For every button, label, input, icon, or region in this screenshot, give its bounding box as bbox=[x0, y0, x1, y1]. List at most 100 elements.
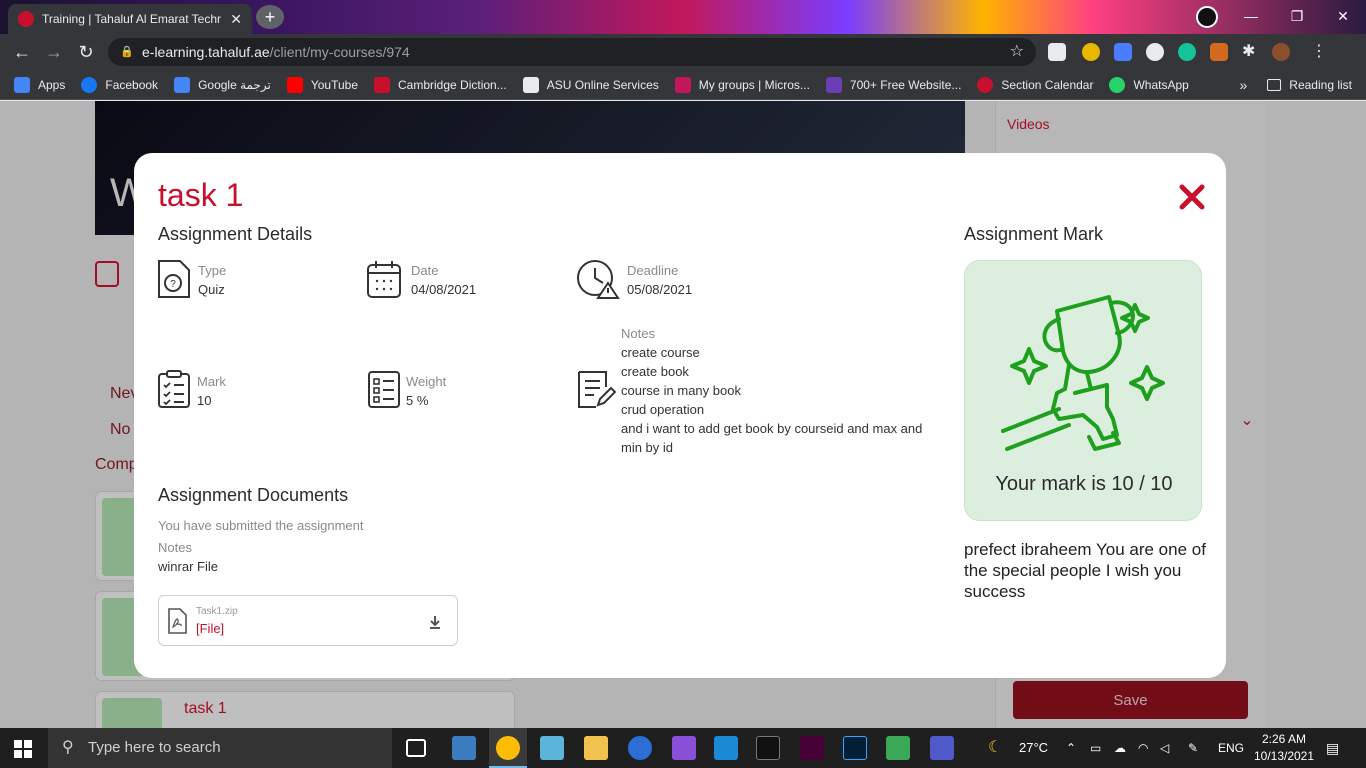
weather-icon[interactable]: ☾ bbox=[988, 728, 1002, 768]
file-attachment-card[interactable]: Task1.zip [File] bbox=[158, 595, 458, 646]
site-favicon-icon bbox=[18, 11, 34, 27]
notes-line: and i want to add get book by courseid a… bbox=[621, 421, 923, 455]
volume-icon[interactable]: ◁ bbox=[1160, 728, 1169, 768]
file-name: Task1.zip bbox=[196, 606, 238, 617]
back-arrow-icon[interactable]: ← bbox=[10, 40, 34, 64]
grammarly-icon[interactable] bbox=[1178, 43, 1196, 61]
lock-icon[interactable]: 🔒 bbox=[120, 38, 134, 66]
wifi-icon[interactable]: ◠ bbox=[1138, 728, 1148, 768]
notifications-icon[interactable]: ▤ bbox=[1326, 728, 1339, 768]
bookmark-section-calendar[interactable]: Section Calendar bbox=[977, 76, 1094, 93]
bookmark-label: Google ترجمة bbox=[198, 77, 271, 92]
weather-temp[interactable]: 27°C bbox=[1019, 728, 1048, 768]
bookmark-youtube[interactable]: YouTube bbox=[286, 76, 358, 93]
pen-icon[interactable]: ✎ bbox=[1188, 728, 1198, 768]
bookmark-cambridge[interactable]: Cambridge Diction... bbox=[374, 76, 507, 93]
extension-icon[interactable] bbox=[1146, 43, 1164, 61]
forward-arrow-icon[interactable]: → bbox=[42, 40, 66, 64]
app-icon[interactable] bbox=[540, 736, 564, 760]
taskbar-search-box[interactable]: ⚲ Type here to search bbox=[48, 728, 392, 768]
app-icon[interactable] bbox=[628, 736, 652, 760]
file-link[interactable]: [File] bbox=[196, 621, 224, 636]
reading-list-button[interactable]: Reading list bbox=[1289, 78, 1352, 92]
mark-value: 10 bbox=[197, 393, 212, 408]
minimize-button[interactable]: — bbox=[1228, 0, 1274, 34]
trophy-hand-icon bbox=[1001, 295, 1165, 451]
photoshop-icon[interactable] bbox=[843, 736, 867, 760]
tray-chevron-icon[interactable]: ⌃ bbox=[1066, 728, 1076, 768]
clock-warning-icon bbox=[577, 260, 620, 299]
close-icon[interactable] bbox=[1178, 183, 1206, 211]
assignment-details-heading: Assignment Details bbox=[158, 224, 313, 244]
checklist-clipboard-icon bbox=[158, 370, 190, 408]
bookmark-asu[interactable]: ASU Online Services bbox=[522, 76, 659, 93]
search-placeholder: Type here to search bbox=[88, 739, 221, 756]
submitted-status: You have submitted the assignment bbox=[158, 518, 364, 533]
file-explorer-icon[interactable] bbox=[584, 736, 608, 760]
bookmarks-overflow-icon[interactable]: » bbox=[1240, 77, 1248, 93]
bookmarks-right: » Reading list bbox=[1240, 70, 1353, 100]
app-icon[interactable] bbox=[886, 736, 910, 760]
date-value: 04/08/2021 bbox=[411, 282, 477, 297]
close-window-button[interactable]: ✕ bbox=[1320, 0, 1366, 34]
language-indicator[interactable]: ENG bbox=[1218, 728, 1244, 768]
browser-tab-active[interactable]: Training | Tahaluf Al Emarat Techr ✕ bbox=[8, 4, 252, 34]
adobe-xd-icon[interactable] bbox=[800, 736, 824, 760]
window-controls: — ❐ ✕ bbox=[1228, 0, 1366, 34]
desktop-app-icon[interactable] bbox=[452, 736, 476, 760]
facebook-icon bbox=[81, 76, 98, 93]
new-tab-button[interactable]: + bbox=[256, 5, 284, 29]
modal-title: task 1 bbox=[158, 177, 244, 213]
extensions-puzzle-icon[interactable]: ✱ bbox=[1242, 43, 1260, 61]
bookmark-free-website[interactable]: 700+ Free Website... bbox=[825, 76, 961, 93]
reading-list-icon[interactable] bbox=[1267, 79, 1282, 91]
weight-label: Weight bbox=[406, 374, 447, 389]
tab-title: Training | Tahaluf Al Emarat Techr bbox=[42, 12, 221, 26]
profile-icon[interactable] bbox=[1272, 43, 1290, 61]
extension-icon[interactable] bbox=[1048, 43, 1066, 61]
taskbar-clock[interactable]: 2:26 AM 10/13/2021 bbox=[1252, 731, 1316, 765]
type-value: Quiz bbox=[198, 282, 225, 297]
bookmark-facebook[interactable]: Facebook bbox=[81, 76, 158, 93]
download-icon[interactable] bbox=[427, 614, 443, 630]
bookmark-label: Apps bbox=[38, 77, 66, 92]
vscode-icon[interactable] bbox=[714, 736, 738, 760]
clock-time: 2:26 AM bbox=[1261, 732, 1307, 746]
terminal-icon[interactable] bbox=[756, 736, 780, 760]
url-path: /client/my-courses/974 bbox=[269, 44, 410, 60]
asu-icon bbox=[522, 76, 539, 93]
extension-icon[interactable] bbox=[1082, 43, 1100, 61]
notes-line: crud operation bbox=[621, 402, 705, 417]
bookmark-star-icon[interactable]: ☆ bbox=[1010, 38, 1024, 66]
battery-icon[interactable]: ▭ bbox=[1090, 728, 1101, 768]
whatsapp-icon bbox=[1109, 76, 1126, 93]
mark-feedback-message: prefect ibraheem You are one of the spec… bbox=[964, 540, 1206, 601]
cloud-icon[interactable]: ☁ bbox=[1114, 728, 1126, 768]
extension-icon[interactable] bbox=[1210, 43, 1228, 61]
teams-icon[interactable] bbox=[930, 736, 954, 760]
task-view-icon[interactable] bbox=[406, 739, 426, 757]
notes-line: create book bbox=[621, 364, 689, 379]
bookmark-label: Section Calendar bbox=[1001, 77, 1094, 92]
mark-card: Your mark is 10 / 10 bbox=[964, 260, 1202, 521]
bookmark-apps[interactable]: Apps bbox=[14, 76, 66, 93]
browser-tab-strip: Training | Tahaluf Al Emarat Techr ✕ + —… bbox=[0, 0, 1366, 34]
windows-start-icon[interactable] bbox=[14, 740, 32, 758]
extension-icon[interactable] bbox=[1114, 43, 1132, 61]
bookmark-google-translate[interactable]: Google ترجمة bbox=[174, 76, 271, 93]
tab-close-icon[interactable]: ✕ bbox=[230, 11, 242, 28]
profile-avatar-icon[interactable] bbox=[1196, 6, 1218, 28]
svg-text:?: ? bbox=[170, 279, 176, 290]
deadline-label: Deadline bbox=[627, 263, 679, 278]
bookmark-whatsapp[interactable]: WhatsApp bbox=[1109, 76, 1189, 93]
bookmark-my-groups[interactable]: My groups | Micros... bbox=[674, 76, 810, 93]
address-bar[interactable]: 🔒 e-learning.tahaluf.ae/client/my-course… bbox=[108, 38, 1036, 66]
calendar-site-icon bbox=[977, 76, 994, 93]
restore-button[interactable]: ❐ bbox=[1274, 0, 1320, 34]
visual-studio-icon[interactable] bbox=[672, 736, 696, 760]
apps-grid-icon bbox=[14, 76, 30, 93]
chrome-icon[interactable] bbox=[496, 736, 520, 760]
menu-dots-icon[interactable]: ⋮ bbox=[1310, 43, 1328, 61]
quiz-document-icon: ? bbox=[158, 260, 190, 298]
reload-icon[interactable]: ↻ bbox=[74, 40, 98, 64]
